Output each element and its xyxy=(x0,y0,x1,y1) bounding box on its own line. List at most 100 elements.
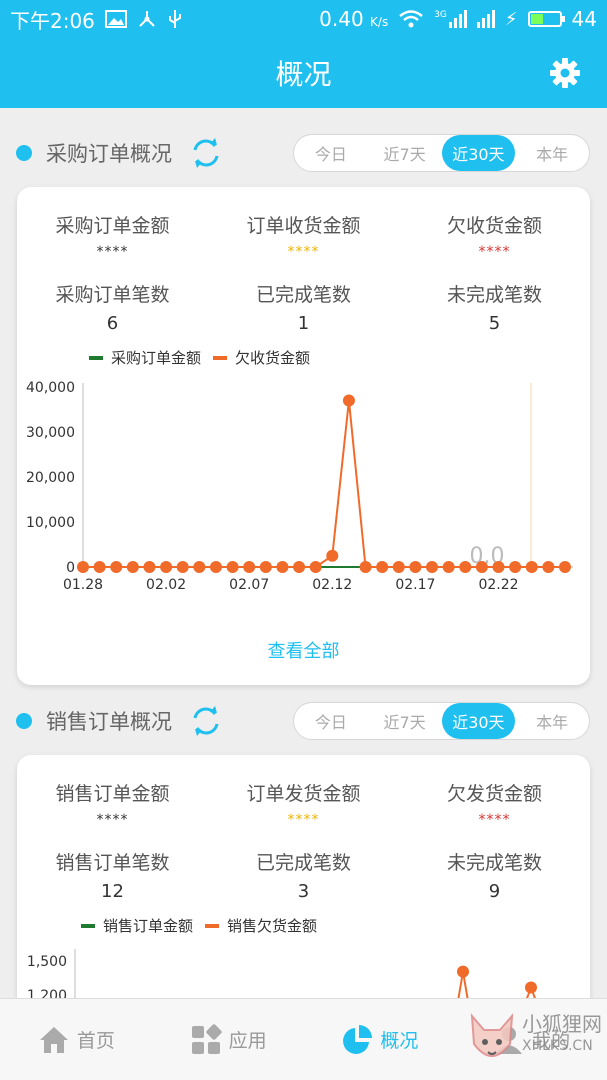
refresh-icon[interactable] xyxy=(188,703,224,739)
apps-grid-icon xyxy=(191,1023,222,1054)
data-point xyxy=(492,561,505,573)
charging-icon: ⚡ xyxy=(504,8,518,30)
status-time: 下午2:06 xyxy=(10,8,95,33)
stat-sales-count: 销售订单笔数 12 xyxy=(55,852,170,902)
legend-item: 采购订单金额 xyxy=(89,347,201,368)
data-point xyxy=(293,561,306,573)
legend-item: 销售欠货金额 xyxy=(205,915,317,936)
purchase-range-selector: 今日 近7天 近30天 本年 xyxy=(293,134,590,172)
refresh-icon[interactable] xyxy=(188,135,224,171)
range-today[interactable]: 今日 xyxy=(294,135,368,171)
data-point xyxy=(559,561,571,573)
purchase-summary-card: 采购订单金额 **** 订单收货金额 **** 欠收货金额 **** 采购订单笔… xyxy=(17,187,590,685)
data-point xyxy=(392,561,405,573)
data-point xyxy=(359,561,372,573)
fox-logo-icon xyxy=(470,1013,514,1057)
stat-purchase-amount: 采购订单金额 **** xyxy=(55,215,170,260)
battery-level: 44 xyxy=(571,7,597,31)
data-point xyxy=(376,561,389,573)
stat-sales-amount: 销售订单金额 **** xyxy=(55,783,170,828)
data-point xyxy=(426,561,439,573)
x-tick-label: 02.12 xyxy=(312,577,352,593)
y-tick-label: 10,000 xyxy=(26,515,75,531)
data-point xyxy=(525,981,537,994)
y-tick-label: 0 xyxy=(66,560,75,576)
data-point xyxy=(259,561,272,573)
data-point xyxy=(93,561,106,573)
pie-chart-icon xyxy=(343,1024,373,1054)
x-tick-label: 02.17 xyxy=(395,577,435,593)
nav-home[interactable]: 首页 xyxy=(0,999,152,1080)
range-this-year[interactable]: 本年 xyxy=(515,703,589,739)
stat-received-amount: 订单收货金额 **** xyxy=(246,215,361,260)
stat-completed-count: 已完成笔数 1 xyxy=(255,284,351,334)
stat-unreceived-amount: 欠收货金额 **** xyxy=(446,215,542,260)
stat-purchase-count: 采购订单笔数 6 xyxy=(55,284,170,334)
legend-swatch xyxy=(81,923,95,928)
nav-overview[interactable]: 概况 xyxy=(304,999,456,1080)
range-this-year[interactable]: 本年 xyxy=(515,135,589,171)
sales-section-header: 销售订单概况 今日 近7天 近30天 本年 xyxy=(0,696,607,746)
x-tick-label: 02.02 xyxy=(146,577,186,593)
range-today[interactable]: 今日 xyxy=(294,703,368,739)
data-point xyxy=(193,561,206,573)
x-tick-label: 02.07 xyxy=(229,577,269,593)
sales-range-selector: 今日 近7天 近30天 本年 xyxy=(293,702,590,740)
range-7-days[interactable]: 近7天 xyxy=(368,703,442,739)
nav-apps[interactable]: 应用 xyxy=(152,999,304,1080)
data-point xyxy=(276,561,289,573)
y-tick-label: 1,500 xyxy=(27,954,67,970)
page-title: 概况 xyxy=(275,58,332,91)
image-icon xyxy=(104,10,127,28)
data-point xyxy=(409,561,422,573)
usb-share-icon xyxy=(139,11,155,27)
signal-3g: 3G xyxy=(434,10,467,28)
sales-chart: 1,5001,200 xyxy=(27,949,537,1001)
section-dot xyxy=(16,713,32,729)
purchase-section-title: 采购订单概况 xyxy=(46,142,172,166)
data-point xyxy=(209,561,222,573)
legend-swatch xyxy=(205,923,220,928)
sales-section-title: 销售订单概况 xyxy=(46,710,172,734)
data-point xyxy=(525,561,538,573)
gear-icon[interactable] xyxy=(549,57,581,89)
site-watermark: 小狐狸网 XHLKS.CN xyxy=(466,1000,606,1080)
section-dot xyxy=(16,145,32,161)
data-point xyxy=(442,561,455,573)
legend-swatch xyxy=(213,355,228,360)
purchase-chart-legend: 采购订单金额 欠收货金额 xyxy=(89,347,322,368)
stat-uncompleted-count: 未完成笔数 9 xyxy=(446,852,542,902)
data-point xyxy=(176,561,189,573)
range-7-days[interactable]: 近7天 xyxy=(368,135,442,171)
data-point xyxy=(160,561,173,573)
y-tick-label: 40,000 xyxy=(26,380,75,396)
stat-uncompleted-count: 未完成笔数 5 xyxy=(446,284,542,334)
purchase-section-header: 采购订单概况 今日 近7天 近30天 本年 xyxy=(0,128,607,178)
data-point xyxy=(342,394,355,407)
data-point xyxy=(542,561,555,573)
wifi-icon xyxy=(399,10,423,28)
app-bar: 概况 xyxy=(0,38,607,108)
legend-swatch xyxy=(89,355,103,360)
y-tick-label: 20,000 xyxy=(26,470,75,486)
home-icon xyxy=(39,1026,68,1053)
data-point xyxy=(126,561,139,573)
y-tick-label: 30,000 xyxy=(26,425,75,441)
range-30-days[interactable]: 近30天 xyxy=(441,135,516,171)
status-bar: 下午2:06 0.40 K/s 3G ⚡ 44 xyxy=(0,0,607,38)
data-point xyxy=(475,561,488,573)
purchase-chart: 0 10,000 20,000 30,000 40,000 01.28 02.02 02.07… xyxy=(26,380,573,593)
legend-item: 欠收货金额 xyxy=(213,347,310,368)
data-point xyxy=(110,561,123,573)
stat-unshipped-amount: 欠发货金额 **** xyxy=(446,783,542,828)
network-speed: 0.40 K/s xyxy=(319,7,389,31)
view-all-link[interactable]: 查看全部 xyxy=(17,637,590,663)
signal-bars-icon xyxy=(476,10,495,28)
data-point xyxy=(243,561,256,573)
data-point xyxy=(226,561,239,573)
x-tick-label: 02.22 xyxy=(478,577,518,593)
data-point xyxy=(457,965,469,978)
data-point xyxy=(77,561,89,573)
legend-item: 销售订单金额 xyxy=(81,915,193,936)
range-30-days[interactable]: 近30天 xyxy=(441,703,516,739)
